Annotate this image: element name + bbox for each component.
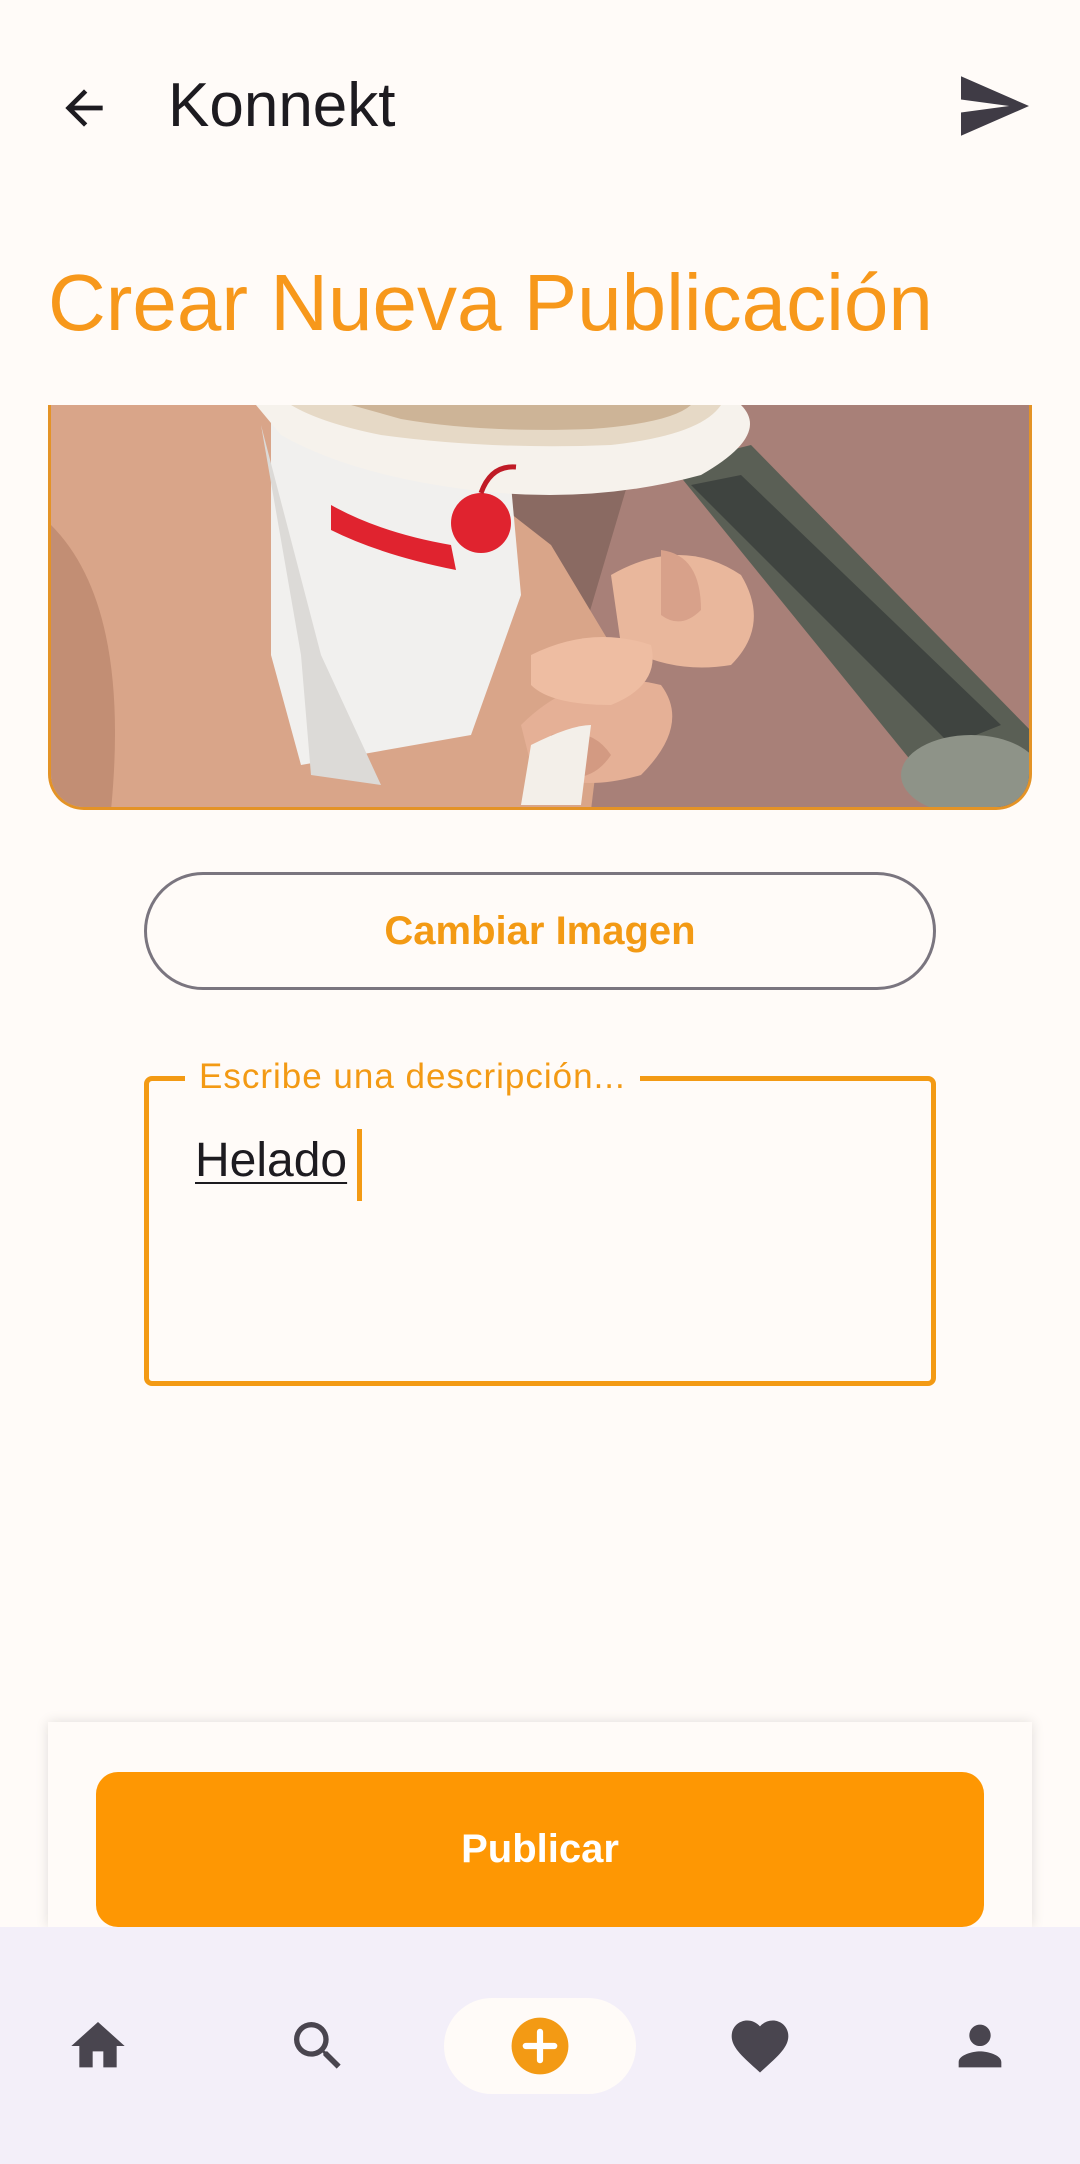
description-field[interactable]: Escribe una descripción... Helado xyxy=(144,1055,936,1386)
selected-image xyxy=(48,405,1032,810)
send-button[interactable] xyxy=(955,70,1035,142)
description-label: Escribe una descripción... xyxy=(185,1055,640,1099)
description-input[interactable]: Helado xyxy=(195,1131,347,1191)
arrow-back-icon xyxy=(65,89,103,127)
nav-item-profile[interactable] xyxy=(920,1927,1040,2164)
add-icon xyxy=(511,2017,569,2074)
nav-item-add[interactable] xyxy=(444,1927,636,2164)
bottom-navigation xyxy=(0,1927,1080,2164)
back-button[interactable] xyxy=(48,72,120,144)
active-indicator xyxy=(444,1997,636,2094)
page-title: Crear Nueva Publicación xyxy=(48,258,933,347)
home-icon xyxy=(71,2021,125,2067)
nav-item-favorites[interactable] xyxy=(700,1927,820,2164)
send-icon xyxy=(961,76,1029,136)
publish-button[interactable]: Publicar xyxy=(96,1772,984,1927)
person-icon xyxy=(958,2024,1002,2067)
heart-icon xyxy=(731,2020,789,2072)
top-app-bar: Konnekt xyxy=(0,0,1080,210)
nav-item-home[interactable] xyxy=(38,1927,158,2164)
ice-cream-photo xyxy=(51,405,1029,807)
search-icon xyxy=(294,2021,341,2069)
nav-item-search[interactable] xyxy=(258,1927,378,2164)
text-cursor xyxy=(357,1129,362,1201)
app-title: Konnekt xyxy=(168,71,396,140)
change-image-button[interactable]: Cambiar Imagen xyxy=(144,872,936,990)
